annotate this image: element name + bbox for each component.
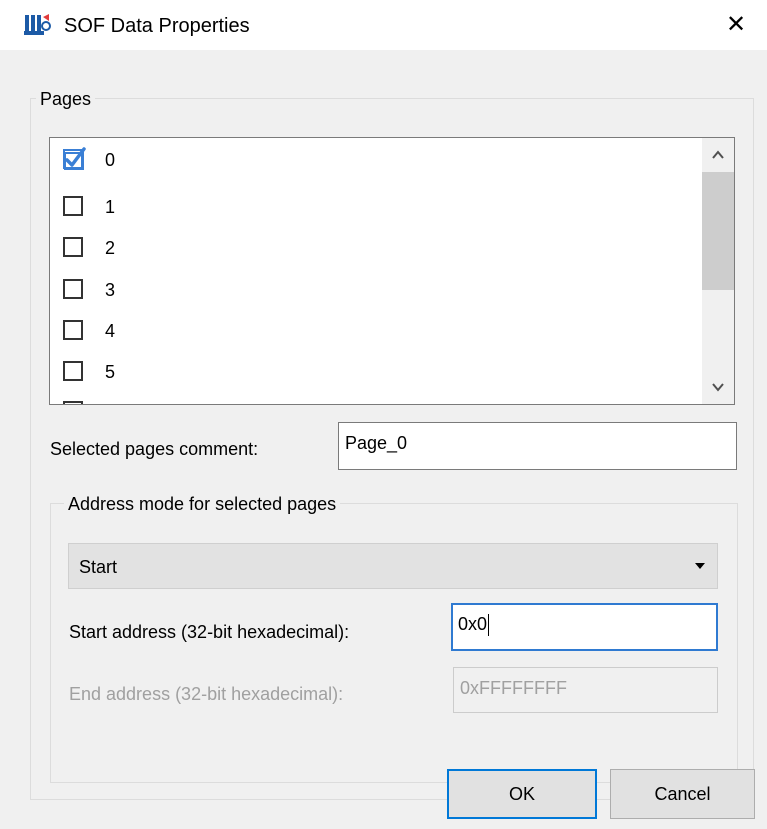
address-mode-legend: Address mode for selected pages: [64, 493, 341, 515]
page-item-label: 4: [105, 321, 116, 341]
checkbox-unchecked[interactable]: [63, 196, 83, 216]
cancel-button-label: Cancel: [654, 784, 711, 804]
window-title: SOF Data Properties: [64, 15, 250, 37]
pages-scrollbar[interactable]: [702, 138, 734, 404]
close-icon: ✕: [725, 11, 747, 38]
comment-input-value: Page_0: [345, 433, 408, 453]
comment-label: Selected pages comment:: [50, 439, 259, 459]
start-address-input[interactable]: 0x0: [451, 603, 718, 651]
scroll-thumb[interactable]: [702, 172, 734, 290]
dialog-body: Pages 0 1 2 3 4 5 Selected pages comment…: [0, 50, 767, 829]
cancel-button[interactable]: Cancel: [610, 769, 755, 819]
checkbox-unchecked[interactable]: [63, 320, 83, 340]
checkbox-unchecked[interactable]: [63, 361, 83, 381]
end-address-input: 0xFFFFFFFF: [453, 667, 718, 713]
checkbox-unchecked[interactable]: [63, 401, 83, 404]
ok-button[interactable]: OK: [447, 769, 597, 819]
close-button[interactable]: ✕: [718, 10, 754, 40]
checkbox-unchecked[interactable]: [63, 237, 83, 257]
title-bar: SOF Data Properties ✕: [0, 0, 767, 50]
text-caret: [488, 614, 490, 637]
end-address-label: End address (32-bit hexadecimal):: [69, 684, 344, 704]
pages-listbox[interactable]: 0 1 2 3 4 5: [49, 137, 735, 405]
ok-button-label: OK: [508, 784, 535, 804]
page-item-label: 2: [105, 238, 116, 258]
start-address-label: Start address (32-bit hexadecimal):: [69, 622, 350, 642]
chevron-up-icon: [712, 150, 724, 159]
chevron-down-icon: [712, 383, 724, 392]
end-address-value: 0xFFFFFFFF: [460, 678, 567, 698]
page-item-label: 3: [105, 280, 116, 300]
page-item-label: 1: [105, 197, 116, 217]
address-mode-value: Start: [79, 557, 118, 577]
checkbox-unchecked[interactable]: [63, 279, 83, 299]
comment-input[interactable]: Page_0: [338, 422, 737, 470]
scroll-down-button[interactable]: [702, 370, 734, 404]
start-address-value: 0x0: [458, 614, 488, 634]
app-icon: [24, 12, 52, 38]
address-mode-select[interactable]: Start: [68, 543, 718, 589]
page-item-label: 0: [105, 150, 116, 170]
checkbox-checked[interactable]: [63, 147, 86, 170]
dropdown-arrow-icon: [695, 563, 705, 569]
scroll-up-button[interactable]: [702, 138, 734, 172]
pages-group-legend: Pages: [36, 88, 96, 110]
page-item-label: 5: [105, 362, 116, 382]
